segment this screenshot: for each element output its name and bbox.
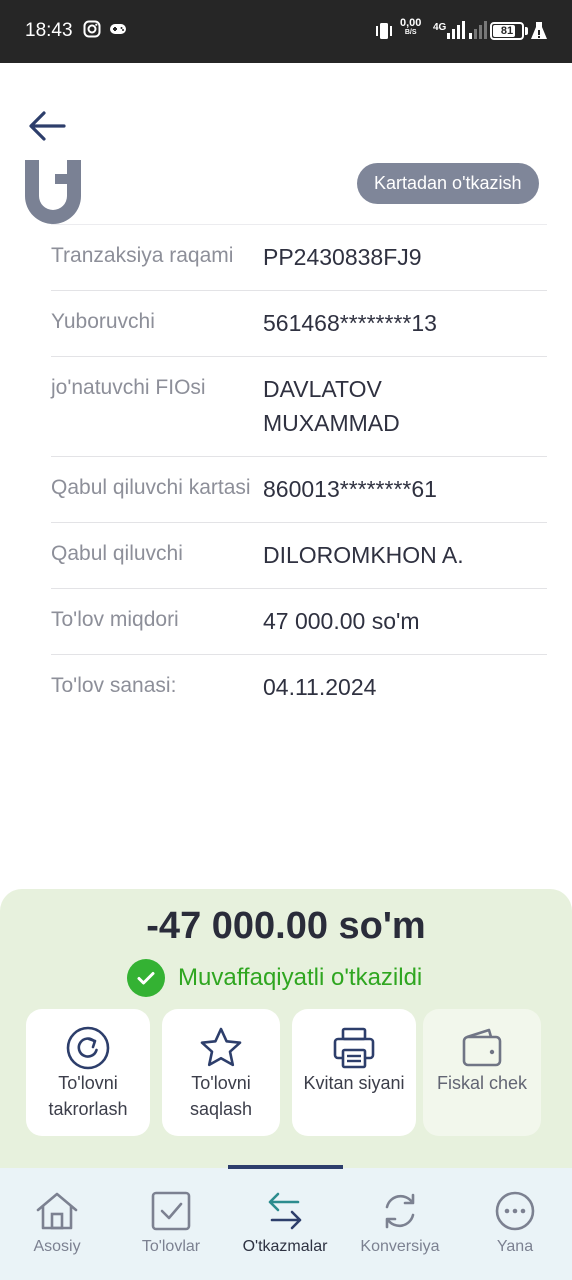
nav-item-home[interactable]: Asosiy bbox=[0, 1168, 114, 1280]
repeat-icon bbox=[26, 1025, 150, 1070]
arrow-left-icon bbox=[26, 111, 70, 150]
detail-label: jo'natuvchi FIOsi bbox=[51, 376, 206, 399]
back-button[interactable] bbox=[26, 106, 70, 146]
speed-unit: B/S bbox=[404, 29, 417, 36]
detail-value: DAVLATOV MUXAMMAD bbox=[263, 376, 400, 436]
action-label: Kvitan siyani bbox=[303, 1073, 405, 1093]
transaction-details: Tranzaksiya raqami PP2430838FJ9 Yuboruvc… bbox=[51, 224, 547, 720]
detail-label: Tranzaksiya raqami bbox=[51, 244, 234, 267]
signal-icon bbox=[446, 20, 466, 45]
nav-item-payments[interactable]: To'lovlar bbox=[114, 1168, 228, 1280]
vibrate-icon bbox=[374, 20, 394, 47]
save-payment-button[interactable]: To'lovni saqlash bbox=[162, 1009, 280, 1136]
status-bar: 18:43 0,00 B/S 4G 81 bbox=[0, 0, 572, 63]
action-label: To'lovni takrorlash bbox=[48, 1073, 128, 1119]
battery-nub bbox=[525, 27, 528, 35]
nav-item-more[interactable]: Yana bbox=[458, 1168, 572, 1280]
detail-row: jo'natuvchi FIOsi DAVLATOV MUXAMMAD bbox=[51, 356, 547, 456]
transfer-type-badge: Kartadan o'tkazish bbox=[357, 163, 539, 204]
network-type: 4G bbox=[433, 22, 447, 33]
nav-label: Konversiya bbox=[360, 1238, 440, 1255]
detail-row: Yuboruvchi 561468********13 bbox=[51, 290, 547, 356]
receipt-button[interactable]: Kvitan siyani bbox=[292, 1009, 416, 1136]
gamepad-icon bbox=[109, 22, 127, 41]
nav-item-conversion[interactable]: Konversiya bbox=[343, 1168, 457, 1280]
nav-label: O'tkazmalar bbox=[242, 1238, 328, 1255]
checkbox-icon bbox=[114, 1190, 228, 1232]
detail-label: To'lov miqdori bbox=[51, 608, 179, 631]
detail-row: To'lov miqdori 47 000.00 so'm bbox=[51, 588, 547, 654]
home-icon bbox=[0, 1190, 114, 1232]
battery-level: 81 bbox=[500, 25, 514, 37]
instagram-icon bbox=[83, 20, 101, 43]
action-buttons: To'lovni takrorlash To'lovni saqlash Kvi… bbox=[26, 1009, 541, 1136]
signal-weak-icon bbox=[468, 20, 488, 45]
star-icon bbox=[162, 1025, 280, 1069]
nav-label: To'lovlar bbox=[141, 1238, 201, 1255]
battery-indicator: 81 bbox=[490, 22, 524, 40]
detail-value: DILOROMKHON A. bbox=[263, 542, 464, 568]
detail-label: Yuboruvchi bbox=[51, 310, 155, 333]
success-check-icon bbox=[127, 959, 165, 997]
status-message: Muvaffaqiyatli o'tkazildi bbox=[178, 964, 423, 991]
detail-value: 561468********13 bbox=[263, 310, 437, 336]
detail-value: PP2430838FJ9 bbox=[263, 244, 422, 270]
detail-row: Tranzaksiya raqami PP2430838FJ9 bbox=[51, 224, 547, 290]
status-line: Muvaffaqiyatli o'tkazildi bbox=[127, 958, 422, 998]
transfer-amount: -47 000.00 so'm bbox=[146, 905, 426, 947]
detail-row: To'lov sanasi: 04.11.2024 bbox=[51, 654, 547, 720]
detail-value: 860013********61 bbox=[263, 476, 437, 502]
transfer-arrows-icon bbox=[228, 1190, 342, 1232]
nav-item-transfers[interactable]: O'tkazmalar bbox=[228, 1168, 342, 1280]
action-label: To'lovni saqlash bbox=[189, 1073, 253, 1119]
printer-icon bbox=[292, 1025, 416, 1069]
flask-icon bbox=[530, 21, 548, 46]
detail-label: To'lov sanasi: bbox=[51, 674, 177, 697]
wallet-icon bbox=[423, 1025, 541, 1069]
detail-value: 47 000.00 so'm bbox=[263, 608, 420, 634]
nav-label: Yana bbox=[496, 1238, 534, 1255]
status-time: 18:43 bbox=[25, 20, 73, 41]
detail-row: Qabul qiluvchi kartasi 860013********61 bbox=[51, 456, 547, 522]
nav-label: Asosiy bbox=[33, 1238, 81, 1255]
refresh-icon bbox=[343, 1190, 457, 1232]
detail-label: Qabul qiluvchi bbox=[51, 542, 183, 565]
detail-row: Qabul qiluvchi DILOROMKHON A. bbox=[51, 522, 547, 588]
more-icon bbox=[458, 1190, 572, 1232]
bank-logo bbox=[25, 160, 81, 224]
repeat-payment-button[interactable]: To'lovni takrorlash bbox=[26, 1009, 150, 1136]
detail-value: 04.11.2024 bbox=[263, 674, 377, 700]
fiscal-check-button[interactable]: Fiskal chek bbox=[423, 1009, 541, 1136]
detail-label: Qabul qiluvchi kartasi bbox=[51, 476, 251, 499]
network-speed: 0,00 B/S bbox=[400, 18, 421, 38]
action-label: Fiskal chek bbox=[436, 1073, 528, 1093]
